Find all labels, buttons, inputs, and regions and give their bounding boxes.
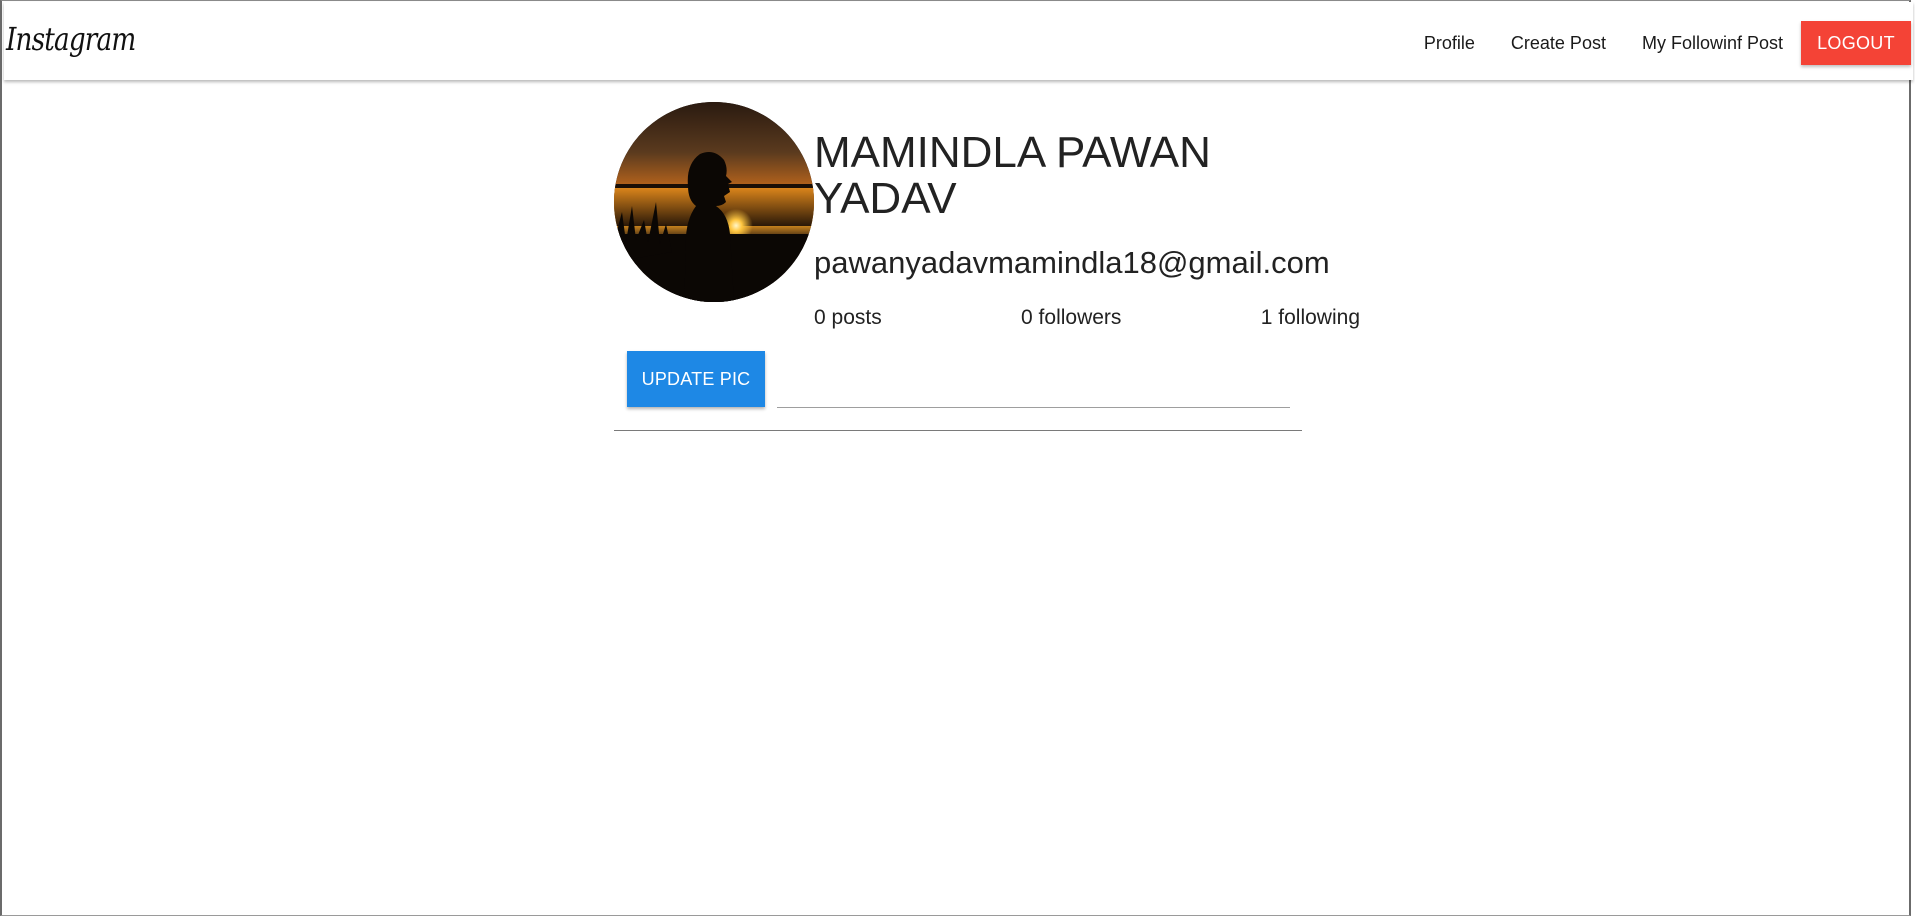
file-path-input[interactable] (777, 367, 1290, 408)
profile-divider (614, 430, 1302, 431)
nav-link-following-posts[interactable]: My Followinf Post (1624, 21, 1801, 65)
navbar: Instagram Profile Create Post My Followi… (4, 2, 1913, 80)
nav-link-profile[interactable]: Profile (1406, 21, 1493, 65)
followers-count: 0 followers (1021, 306, 1122, 329)
profile-stats: 0 posts 0 followers 1 following (814, 306, 1360, 330)
nav-links: Profile Create Post My Followinf Post LO… (1406, 21, 1911, 65)
profile-name: MAMINDLA PAWAN YADAV (814, 128, 1211, 223)
logout-button[interactable]: LOGOUT (1801, 21, 1911, 65)
brand-logo[interactable]: Instagram (6, 20, 136, 58)
profile-email: pawanyadavmamindla18@gmail.com (814, 245, 1330, 280)
browser-viewport: Instagram Profile Create Post My Followi… (0, 0, 1913, 916)
avatar-sunset-silhouette-image (614, 102, 814, 302)
following-count: 1 following (1260, 306, 1360, 329)
avatar (614, 102, 814, 302)
update-pic-button[interactable]: UPDATE PIC (627, 351, 765, 407)
posts-count: 0 posts (814, 306, 882, 329)
nav-link-create-post[interactable]: Create Post (1493, 21, 1624, 65)
